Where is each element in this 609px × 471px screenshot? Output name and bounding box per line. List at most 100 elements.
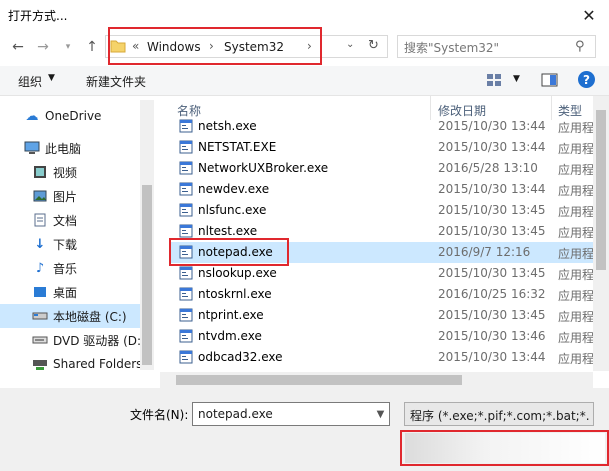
exe-file-icon bbox=[179, 182, 193, 196]
video-icon bbox=[32, 164, 48, 180]
file-type: 应用程 bbox=[558, 331, 595, 345]
new-folder-button[interactable]: 新建文件夹 bbox=[86, 73, 146, 90]
view-options-button[interactable] bbox=[486, 72, 502, 88]
title-bar: 打开方式... ✕ bbox=[0, 0, 609, 30]
sidebar-item-downloads[interactable]: ↓ 下载 bbox=[0, 232, 140, 256]
toolbar: 组织 ▼ 新建文件夹 ▼ ? bbox=[0, 66, 609, 96]
chevron-down-icon: ▾ bbox=[65, 42, 71, 52]
exe-file-icon bbox=[179, 224, 193, 238]
address-dropdown-icon[interactable]: ⌄ bbox=[346, 39, 354, 50]
file-row[interactable]: newdev.exe 2015/10/30 13:44 应用程 bbox=[171, 179, 595, 200]
cloud-icon: ☁ bbox=[25, 108, 39, 124]
forward-button[interactable]: → bbox=[33, 37, 53, 57]
exe-file-icon bbox=[179, 140, 193, 154]
chevron-down-icon: ▼ bbox=[48, 73, 55, 83]
filename-input[interactable]: notepad.exe bbox=[192, 402, 390, 426]
file-row[interactable]: ntprint.exe 2015/10/30 13:45 应用程 bbox=[171, 305, 595, 326]
file-row[interactable]: NetworkUXBroker.exe 2016/5/28 13:10 应用程 bbox=[171, 158, 595, 179]
close-button[interactable]: ✕ bbox=[569, 0, 609, 30]
sidebar-item-this-pc[interactable]: 此电脑 bbox=[0, 136, 140, 160]
view-dropdown-icon[interactable]: ▼ bbox=[513, 74, 520, 84]
file-type: 应用程 bbox=[558, 163, 595, 177]
dvd-icon bbox=[32, 332, 48, 348]
file-type: 应用程 bbox=[558, 268, 595, 282]
picture-icon bbox=[32, 188, 48, 204]
close-icon: ✕ bbox=[582, 5, 596, 25]
sidebar-item-documents[interactable]: 文档 bbox=[0, 208, 140, 232]
file-name: ntoskrnl.exe bbox=[198, 287, 272, 301]
file-row[interactable]: nslookup.exe 2015/10/30 13:45 应用程 bbox=[171, 263, 595, 284]
view-grid-icon bbox=[487, 74, 501, 86]
file-type: 应用程 bbox=[558, 121, 595, 135]
file-type: 应用程 bbox=[558, 352, 595, 366]
recent-locations-button[interactable]: ▾ bbox=[58, 37, 78, 57]
desktop-icon bbox=[32, 284, 48, 300]
file-name: NETSTAT.EXE bbox=[198, 140, 277, 154]
music-icon: ♪ bbox=[35, 260, 45, 276]
arrow-up-icon: ↑ bbox=[86, 39, 98, 55]
back-button[interactable]: ← bbox=[8, 37, 28, 57]
sidebar-item-dvd-drive[interactable]: DVD 驱动器 (D: bbox=[0, 328, 140, 352]
highlight-box bbox=[400, 430, 609, 466]
exe-file-icon bbox=[179, 266, 193, 280]
file-date: 2015/10/30 13:45 bbox=[438, 203, 546, 217]
exe-file-icon bbox=[179, 287, 193, 301]
search-icon: ⚲ bbox=[575, 39, 585, 54]
file-name: netsh.exe bbox=[198, 119, 257, 133]
sidebar-item-pictures[interactable]: 图片 bbox=[0, 184, 140, 208]
exe-file-icon bbox=[179, 350, 193, 364]
window-title: 打开方式... bbox=[8, 9, 68, 23]
file-type: 应用程 bbox=[558, 310, 595, 324]
exe-file-icon bbox=[179, 161, 193, 175]
sidebar-item-desktop[interactable]: 桌面 bbox=[0, 280, 140, 304]
filename-label: 文件名(N): bbox=[130, 408, 189, 422]
exe-file-icon bbox=[179, 119, 193, 133]
file-date: 2015/10/30 13:44 bbox=[438, 119, 546, 133]
refresh-icon[interactable]: ↻ bbox=[368, 38, 379, 53]
organize-label: 组织 bbox=[18, 75, 43, 89]
filename-dropdown-icon[interactable]: ▼ bbox=[372, 403, 389, 425]
file-row[interactable]: nlsfunc.exe 2015/10/30 13:45 应用程 bbox=[171, 200, 595, 221]
file-row[interactable]: ntvdm.exe 2015/10/30 13:46 应用程 bbox=[171, 326, 595, 347]
file-date: 2015/10/30 13:46 bbox=[438, 329, 546, 343]
file-name: newdev.exe bbox=[198, 182, 270, 196]
file-date: 2016/10/25 16:32 bbox=[438, 287, 546, 301]
file-type: 应用程 bbox=[558, 205, 595, 219]
up-button[interactable]: ↑ bbox=[82, 37, 102, 57]
file-date: 2016/5/28 13:10 bbox=[438, 161, 538, 175]
help-icon[interactable]: ? bbox=[578, 71, 595, 88]
filetype-select[interactable]: 程序 (*.exe;*.pif;*.com;*.bat;*. bbox=[404, 402, 594, 426]
preview-pane-icon bbox=[541, 73, 558, 87]
file-date: 2015/10/30 13:45 bbox=[438, 224, 546, 238]
file-row[interactable]: odbcad32.exe 2015/10/30 13:44 应用程 bbox=[171, 347, 595, 368]
file-row[interactable]: ntoskrnl.exe 2016/10/25 16:32 应用程 bbox=[171, 284, 595, 305]
sidebar-item-local-disk-c[interactable]: 本地磁盘 (C:) bbox=[0, 304, 140, 328]
arrow-left-icon: ← bbox=[12, 39, 24, 55]
file-list-scrollbar-thumb[interactable] bbox=[596, 110, 606, 270]
navigation-pane: ☁ OneDrive 此电脑 视频 图片 文档 ↓ 下载 ♪ 音乐 桌面 本地磁… bbox=[0, 96, 153, 372]
file-date: 2015/10/30 13:44 bbox=[438, 182, 546, 196]
file-type: 应用程 bbox=[558, 289, 595, 303]
file-name: NetworkUXBroker.exe bbox=[198, 161, 329, 175]
file-type: 应用程 bbox=[558, 184, 595, 198]
arrow-right-icon: → bbox=[37, 39, 49, 55]
highlight-box bbox=[108, 27, 322, 65]
download-icon: ↓ bbox=[34, 236, 46, 252]
file-row[interactable]: netsh.exe 2015/10/30 13:44 应用程 bbox=[171, 116, 595, 137]
preview-pane-button[interactable] bbox=[541, 72, 559, 88]
horizontal-scrollbar-thumb[interactable] bbox=[176, 375, 462, 385]
sidebar-item-onedrive[interactable]: ☁ OneDrive bbox=[0, 104, 140, 128]
sidebar-item-shared-folders[interactable]: Shared Folders bbox=[0, 352, 140, 372]
computer-icon bbox=[24, 140, 40, 156]
organize-button[interactable]: 组织 ▼ bbox=[18, 73, 55, 90]
sidebar-item-music[interactable]: ♪ 音乐 bbox=[0, 256, 140, 280]
file-date: 2015/10/30 13:45 bbox=[438, 266, 546, 280]
file-name: ntvdm.exe bbox=[198, 329, 262, 343]
shared-folder-icon bbox=[32, 356, 48, 372]
search-input[interactable]: 搜索"System32" bbox=[404, 39, 499, 56]
sidebar-scrollbar-thumb[interactable] bbox=[142, 185, 152, 365]
exe-file-icon bbox=[179, 329, 193, 343]
sidebar-item-videos[interactable]: 视频 bbox=[0, 160, 140, 184]
file-row[interactable]: NETSTAT.EXE 2015/10/30 13:44 应用程 bbox=[171, 137, 594, 158]
file-name: nltest.exe bbox=[198, 224, 258, 238]
